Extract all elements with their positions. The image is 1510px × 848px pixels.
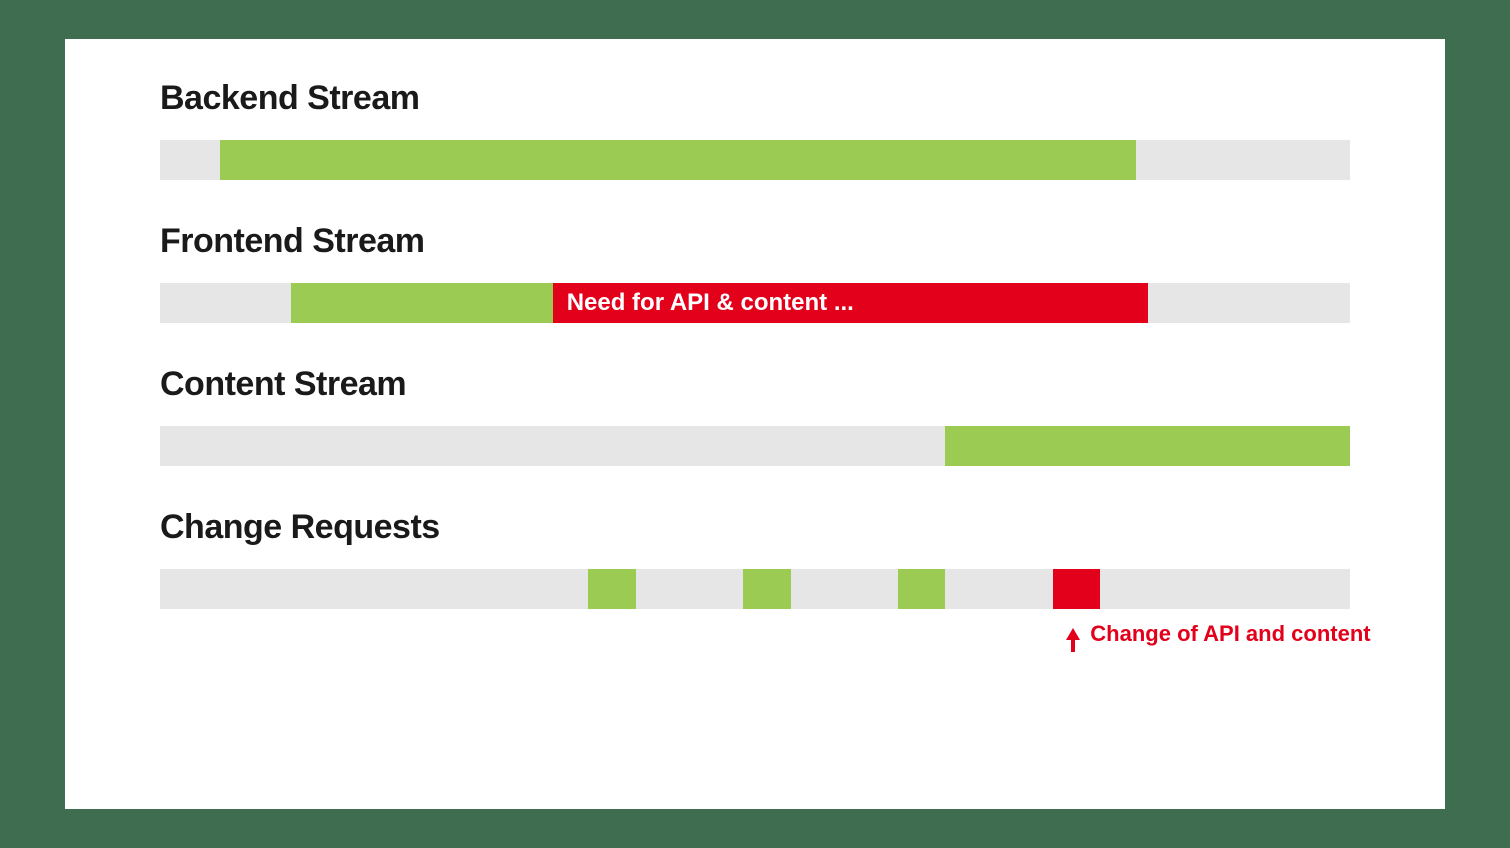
- annotation-change-api: Change of API and content: [1066, 621, 1370, 647]
- segment-changes-3: [1053, 569, 1101, 609]
- arrow-up-icon: [1066, 628, 1080, 640]
- stream-title-changes: Change Requests: [65, 508, 1445, 547]
- stream-block-changes: Change Requests Change of API and conten…: [65, 508, 1445, 609]
- track-content: [160, 426, 1350, 466]
- stream-title-frontend: Frontend Stream: [65, 222, 1445, 261]
- segment-changes-0: [588, 569, 636, 609]
- segment-changes-2: [898, 569, 946, 609]
- segment-changes-1: [743, 569, 791, 609]
- annotation-text: Change of API and content: [1090, 621, 1370, 647]
- slide-canvas: Backend Stream Frontend Stream Need for …: [65, 39, 1445, 809]
- stream-title-content: Content Stream: [65, 365, 1445, 404]
- segment-backend-0: [220, 140, 1136, 180]
- stream-block-frontend: Frontend Stream Need for API & content .…: [65, 222, 1445, 323]
- stream-block-content: Content Stream: [65, 365, 1445, 466]
- stream-title-backend: Backend Stream: [65, 79, 1445, 118]
- track-changes: [160, 569, 1350, 609]
- segment-frontend-1-label: Need for API & content ...: [553, 283, 1148, 323]
- segment-frontend-1: Need for API & content ...: [553, 283, 1148, 323]
- stream-block-backend: Backend Stream: [65, 79, 1445, 180]
- segment-frontend-0: [291, 283, 553, 323]
- track-backend: [160, 140, 1350, 180]
- track-frontend: Need for API & content ...: [160, 283, 1350, 323]
- segment-content-0: [945, 426, 1350, 466]
